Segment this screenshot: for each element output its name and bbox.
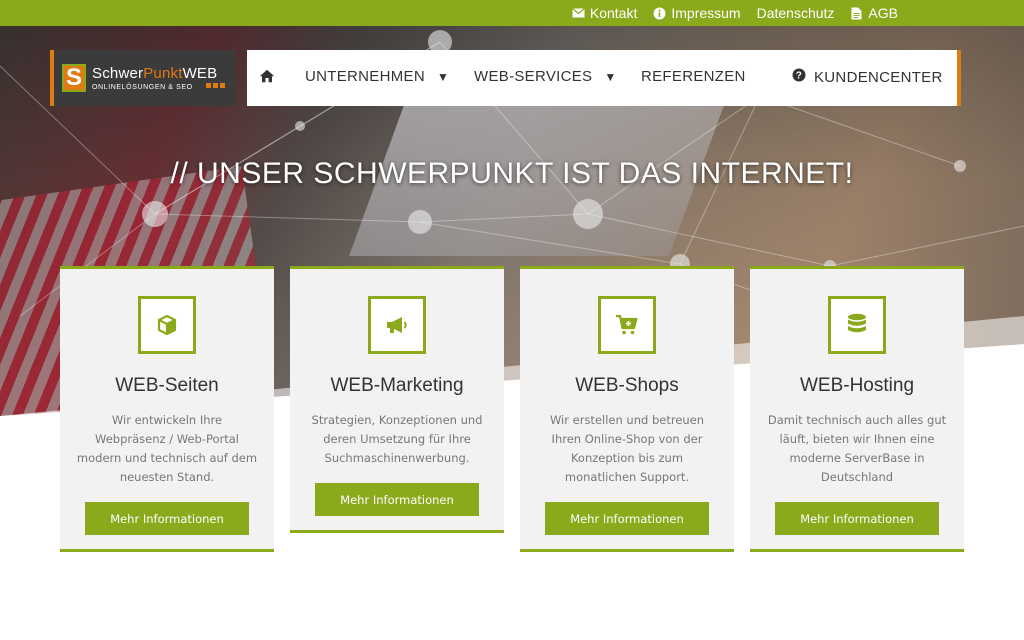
top-link-label: Impressum: [671, 5, 741, 21]
logo-title-part: Schwer: [92, 65, 144, 82]
card-description: Wir entwickeln Ihre Webpräsenz / Web-Por…: [76, 413, 258, 484]
top-bar: Kontakt Impressum Datenschutz AGB: [0, 0, 1024, 26]
logo-title-part: Punkt: [143, 65, 183, 82]
card-title: WEB-Shops: [575, 375, 679, 396]
nav-item-label: WEB-SERVICES: [474, 68, 593, 85]
cart-icon: [598, 296, 656, 354]
top-link-label: AGB: [868, 5, 898, 21]
card-description: Damit technisch auch alles gut läuft, bi…: [767, 413, 947, 484]
site-logo[interactable]: S SchwerPunktWEB ONLINELÖSUNGEN & SEO: [50, 50, 235, 106]
logo-text: SchwerPunktWEB ONLINELÖSUNGEN & SEO: [92, 65, 217, 91]
logo-title-part: WEB: [182, 65, 218, 82]
service-card-web-shops: WEB-Shops Wir erstellen und betreuen Ihr…: [520, 266, 734, 552]
top-link-agb[interactable]: AGB: [850, 5, 898, 21]
logo-dots: [206, 83, 225, 88]
cube-icon: [138, 296, 196, 354]
main-navigation: UNTERNEHMEN ▼ WEB-SERVICES ▼ REFERENZEN …: [247, 50, 961, 106]
more-info-button[interactable]: Mehr Informationen: [545, 502, 709, 535]
megaphone-icon: [368, 296, 426, 354]
top-link-label: Kontakt: [589, 5, 638, 21]
top-link-datenschutz[interactable]: Datenschutz: [757, 5, 835, 21]
more-info-button[interactable]: Mehr Informationen: [315, 483, 479, 516]
logo-subtitle: ONLINELÖSUNGEN & SEO: [92, 84, 193, 91]
svg-text:?: ?: [796, 71, 802, 82]
top-links: Kontakt Impressum Datenschutz AGB: [571, 0, 898, 26]
card-description: Wir erstellen und betreuen Ihren Online-…: [549, 413, 705, 484]
nav-item-label: REFERENZEN: [641, 68, 746, 85]
home-icon[interactable]: [259, 69, 275, 87]
top-link-kontakt[interactable]: Kontakt: [571, 5, 638, 21]
nav-item-unternehmen[interactable]: UNTERNEHMEN ▼: [305, 68, 449, 85]
service-card-web-marketing: WEB-Marketing Strategien, Konzeptionen u…: [290, 266, 504, 533]
hero-headline: // UNSER SCHWERPUNKT IST DAS INTERNET!: [170, 157, 854, 190]
nav-item-label: UNTERNEHMEN: [305, 68, 425, 85]
envelope-icon: [571, 7, 585, 20]
info-icon: [653, 7, 666, 20]
nav-item-web-services[interactable]: WEB-SERVICES ▼: [474, 68, 617, 85]
document-icon: [850, 7, 863, 20]
top-link-impressum[interactable]: Impressum: [653, 5, 741, 21]
card-title: WEB-Seiten: [115, 375, 219, 396]
card-title: WEB-Marketing: [330, 375, 464, 396]
more-info-button[interactable]: Mehr Informationen: [775, 502, 939, 535]
nav-item-referenzen[interactable]: REFERENZEN: [641, 68, 746, 85]
service-card-web-hosting: WEB-Hosting Damit technisch auch alles g…: [750, 266, 964, 552]
service-card-web-seiten: WEB-Seiten Wir entwickeln Ihre Webpräsen…: [60, 266, 274, 552]
logo-title: SchwerPunktWEB: [92, 65, 217, 82]
caret-down-icon: ▼: [604, 69, 617, 84]
question-icon: ?: [792, 68, 806, 86]
nav-item-label: KUNDENCENTER: [814, 68, 943, 86]
logo-mark: S: [62, 64, 86, 92]
more-info-button[interactable]: Mehr Informationen: [85, 502, 249, 535]
database-icon: [828, 296, 886, 354]
card-title: WEB-Hosting: [799, 375, 915, 396]
nav-item-kundencenter[interactable]: ? KUNDENCENTER: [792, 68, 943, 86]
top-link-label: Datenschutz: [756, 5, 835, 21]
card-description: Strategien, Konzeptionen und deren Umset…: [311, 413, 483, 465]
caret-down-icon: ▼: [436, 69, 450, 84]
